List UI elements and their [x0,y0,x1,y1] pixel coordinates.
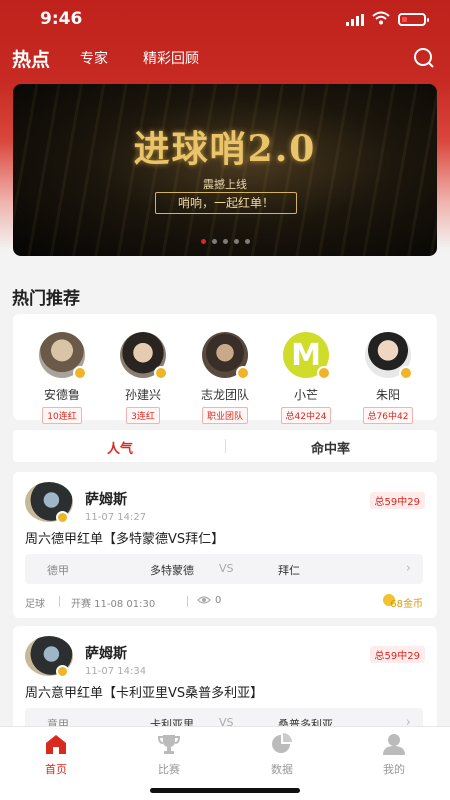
avatar [25,482,73,524]
post-card[interactable]: 萨姆斯 11-07 14:27 总59中29 周六德甲红单【多特蒙德VS拜仁】 … [13,472,437,618]
expert-item[interactable]: M 小芒 总42中24 [271,332,341,424]
match-home-team: 多特蒙德 [150,564,194,577]
verified-icon [73,366,87,380]
post-author: 萨姆斯 [85,492,127,508]
home-icon [46,735,66,754]
avatar: M [283,332,331,380]
avatar [202,332,250,380]
verified-icon [399,366,413,380]
bottom-tab-label: 比赛 [158,763,180,776]
post-time: 11-07 14:27 [85,512,147,523]
avatar [39,332,87,380]
verified-icon [56,511,69,524]
verified-icon [56,665,69,678]
battery-icon [398,13,429,26]
expert-item[interactable]: 安德鲁 10连红 [27,332,97,424]
trophy-icon [157,735,181,754]
tab-hot[interactable]: 热点 [12,45,50,72]
expert-name: 孙建兴 [124,388,161,402]
banner-pager [13,229,437,248]
pager-dot[interactable] [244,239,250,244]
record-badge: 总59中29 [369,492,425,509]
wifi-icon [372,11,390,25]
bottom-tab-matches[interactable]: 比赛 [139,733,199,777]
banner-subtitle: 震撼上线 [203,178,247,191]
pager-dot[interactable] [200,239,206,244]
verified-icon [317,366,331,380]
promo-banner[interactable]: 进球哨2.0 震撼上线 哨响，一起红单！ [13,84,437,256]
expert-name: 朱阳 [375,388,400,402]
pager-dot[interactable] [233,239,239,244]
top-nav: 热点 专家 精彩回顾 [0,42,450,78]
search-icon[interactable] [412,46,436,70]
expert-tag: 职业团队 [201,407,248,424]
post-time: 11-07 14:34 [85,666,147,677]
match-row[interactable]: 德甲 多特蒙德 VS 拜仁 › [25,554,423,584]
divider [59,596,60,607]
bottom-tab-data[interactable]: 数据 [252,733,312,777]
match-league: 德甲 [47,564,69,577]
tab-hit-rate[interactable]: 命中率 [311,438,350,457]
section-title-hot: 热门推荐 [12,289,80,309]
avatar [25,636,73,678]
expert-name: 小芒 [293,388,318,402]
verified-icon [236,366,250,380]
match-away-team: 拜仁 [278,564,300,577]
signal-icon [346,14,364,26]
pager-dot[interactable] [222,239,228,244]
expert-tag: 3连红 [126,407,160,424]
bottom-tab-me[interactable]: 我的 [364,733,424,777]
home-indicator [150,788,300,793]
expert-item[interactable]: 志龙团队 职业团队 [190,332,260,424]
bottom-tab-home[interactable]: 首页 [26,733,86,777]
post-price: 68金币 [390,599,423,610]
divider [225,439,226,453]
status-bar: 9:46 [0,0,450,40]
post-author: 萨姆斯 [85,646,127,662]
post-title: 周六德甲红单【多特蒙德VS拜仁】 [25,532,225,547]
bottom-tab-label: 数据 [271,763,293,776]
post-sport: 足球 [25,599,45,610]
expert-item[interactable]: 孙建兴 3连红 [108,332,178,424]
tab-highlights[interactable]: 精彩回顾 [143,48,199,68]
chevron-right-icon: › [405,561,411,576]
expert-tag: 总76中42 [362,407,414,424]
banner-slogan: 哨响，一起红单！ [155,192,297,214]
expert-list: 安德鲁 10连红 孙建兴 3连红 志龙团队 职业团队 M 小芒 总42中24 朱… [13,314,437,424]
rank-tabs: 人气 命中率 [13,430,437,462]
tab-popular[interactable]: 人气 [107,438,133,457]
avatar [365,332,413,380]
pager-dot[interactable] [211,239,217,244]
user-icon [383,734,405,755]
m-logo-icon: M [291,337,321,373]
match-vs: VS [219,562,234,575]
post-title: 周六意甲红单【卡利亚里VS桑普多利亚】 [25,686,264,701]
tab-experts[interactable]: 专家 [80,48,108,68]
post-kickoff: 开赛 11-08 01:30 [71,599,156,610]
status-time: 9:46 [40,9,83,29]
post-meta: 足球 开赛 11-08 01:30 0 68金币 [25,594,423,610]
expert-tag: 总42中24 [280,407,332,424]
divider [187,596,188,607]
pie-chart-icon [272,733,292,753]
expert-tag: 10连红 [42,407,82,424]
expert-name: 志龙团队 [200,388,249,402]
avatar [120,332,168,380]
bottom-tab-label: 我的 [383,763,405,776]
expert-item[interactable]: 朱阳 总76中42 [353,332,423,424]
banner-title: 进球哨2.0 [133,128,317,170]
eye-icon [197,596,211,604]
record-badge: 总59中29 [369,646,425,663]
post-views: 0 [215,595,222,606]
verified-icon [154,366,168,380]
expert-name: 安德鲁 [43,388,80,402]
bottom-tab-label: 首页 [45,763,67,776]
